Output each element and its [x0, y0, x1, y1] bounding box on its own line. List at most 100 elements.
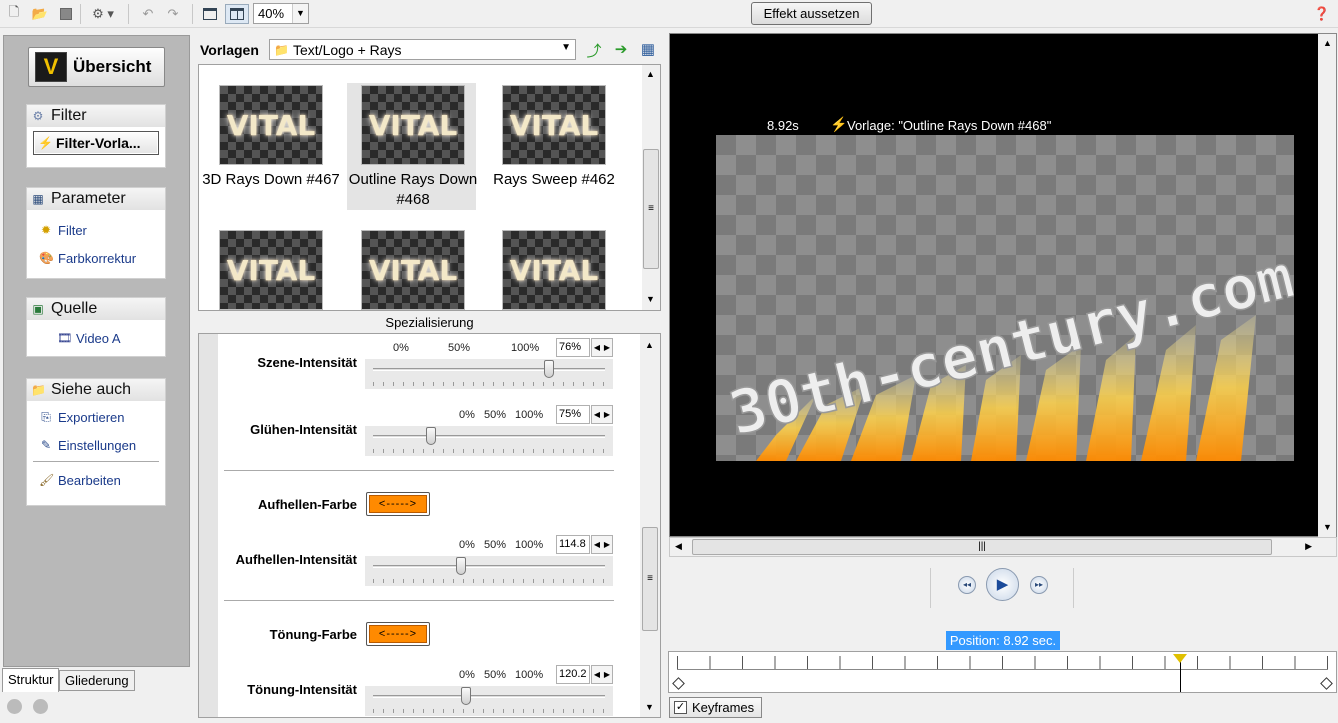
preview-hscrollbar[interactable]: ◀ ||| ▶ — [669, 537, 1337, 557]
checkbox-checked-icon[interactable]: ✓ — [674, 701, 687, 714]
step-forward-icon[interactable]: ▸▸ — [1030, 576, 1048, 594]
color-picker-button[interactable]: <-----> — [366, 492, 430, 516]
arrow-right-icon[interactable]: ▶ — [604, 343, 610, 352]
template-thumbnail[interactable]: VITAL — [361, 85, 465, 165]
slider-ticks — [373, 579, 605, 583]
arrow-left-icon[interactable]: ◀ — [594, 410, 600, 419]
slider[interactable] — [365, 686, 613, 716]
slider-handle[interactable] — [544, 360, 555, 378]
scroll-up-icon[interactable]: ▲ — [645, 340, 654, 350]
template-label[interactable]: 3D Rays Down #467 — [201, 170, 341, 190]
arrow-left-icon[interactable]: ◀ — [594, 343, 600, 352]
help-icon[interactable]: ❓ — [1312, 4, 1332, 24]
value-spinner[interactable]: ◀ ▶ — [591, 665, 613, 684]
vorlagen-folder-select[interactable]: 📁 Text/Logo + Rays ▼ — [269, 39, 576, 60]
value-spinner[interactable]: ◀ ▶ — [591, 405, 613, 424]
scrollbar-thumb[interactable]: ≡ — [642, 527, 658, 631]
slider[interactable] — [365, 426, 613, 456]
render-icon[interactable]: ⚙ ▾ — [86, 4, 120, 24]
scrollbar-thumb[interactable]: ||| — [692, 539, 1272, 555]
scroll-right-icon[interactable]: ▶ — [1305, 541, 1312, 552]
arrow-left-icon[interactable]: ◀ — [594, 540, 600, 549]
toolbar-divider — [128, 4, 129, 24]
slider-handle[interactable] — [426, 427, 436, 445]
folder-up-icon[interactable]: ⤴ — [584, 40, 604, 60]
effekt-aussetzen-button[interactable]: Effekt aussetzen — [751, 2, 872, 25]
open-folder-icon[interactable]: 📂 — [30, 4, 50, 24]
timeline[interactable] — [668, 651, 1337, 693]
new-file-icon[interactable]: 🗋 — [4, 4, 24, 24]
gallery-scrollbar[interactable]: ▲ ≡ ▼ — [642, 65, 660, 310]
single-view-icon[interactable] — [200, 4, 220, 24]
parameter-item-filter[interactable]: ✹ Filter — [27, 216, 165, 244]
parameter-item-farbkorrektur[interactable]: 🎨 Farbkorrektur — [27, 244, 165, 272]
save-icon[interactable] — [56, 4, 76, 24]
value-spinner[interactable]: ◀ ▶ — [591, 338, 613, 357]
preview-vscrollbar[interactable]: ▲ ▼ — [1318, 34, 1336, 537]
redo-icon[interactable]: ↷ — [163, 4, 183, 24]
tab-struktur[interactable]: Struktur — [2, 668, 59, 692]
template-label[interactable]: Rays Sweep #462 — [484, 170, 624, 190]
arrow-left-icon[interactable]: ◀ — [594, 670, 600, 679]
preview-canvas[interactable]: 30th-century.com — [716, 135, 1294, 461]
slider-handle[interactable] — [456, 557, 467, 575]
scroll-down-icon[interactable]: ▼ — [1323, 522, 1332, 532]
scale-label: 100% — [515, 539, 544, 551]
overview-button[interactable]: V Übersicht — [28, 47, 165, 87]
status-dot-icon — [33, 699, 48, 714]
keyframe-end-icon[interactable] — [1320, 677, 1333, 690]
siehe-auch-item-einstellungen[interactable]: ✎ Einstellungen — [27, 431, 165, 459]
params-scrollbar[interactable]: ▲ ≡ ▼ — [640, 334, 660, 717]
grid-view-icon[interactable]: ▦ — [638, 40, 658, 60]
zoom-select[interactable]: 40% ▼ — [253, 3, 309, 24]
template-thumbnail[interactable]: VITAL — [361, 230, 465, 310]
siehe-auch-item-label: Bearbeiten — [58, 472, 121, 488]
scroll-down-icon[interactable]: ▼ — [645, 702, 654, 712]
slider[interactable] — [365, 359, 613, 389]
scroll-up-icon[interactable]: ▲ — [646, 69, 655, 79]
arrow-right-icon[interactable]: ▶ — [604, 540, 610, 549]
param-divider — [224, 470, 614, 472]
template-thumbnail[interactable]: VITAL — [502, 85, 606, 165]
step-back-icon[interactable]: ◂◂ — [958, 576, 976, 594]
chevron-down-icon[interactable]: ▼ — [561, 42, 571, 53]
param-value-field[interactable]: 114.8 — [556, 535, 590, 554]
quelle-item-video-a[interactable]: 🎞 Video A — [27, 324, 165, 352]
split-view-icon[interactable] — [225, 4, 249, 24]
param-value-field[interactable]: 120.2 — [556, 665, 590, 684]
folder-icon: 📁 — [274, 42, 289, 57]
param-value-field[interactable]: 76% — [556, 338, 590, 357]
template-thumbnail[interactable]: VITAL — [219, 85, 323, 165]
siehe-auch-item-label: Einstellungen — [58, 437, 137, 453]
siehe-auch-item-bearbeiten[interactable]: 🖌 Bearbeiten — [27, 466, 165, 494]
siehe-auch-item-exportieren[interactable]: ⎘ Exportieren — [27, 403, 165, 431]
template-label[interactable]: Outline Rays Down #468 — [343, 170, 483, 210]
tab-gliederung[interactable]: Gliederung — [59, 670, 135, 691]
chevron-down-icon[interactable]: ▼ — [292, 4, 308, 23]
cursor-marker-icon[interactable] — [1172, 654, 1187, 663]
template-thumbnail[interactable]: VITAL — [219, 230, 323, 310]
import-icon[interactable]: ➔ — [611, 40, 631, 60]
arrow-right-icon[interactable]: ▶ — [604, 410, 610, 419]
scroll-down-icon[interactable]: ▼ — [646, 294, 655, 304]
timeline-cursor[interactable] — [1172, 654, 1187, 692]
value-spinner[interactable]: ◀ ▶ — [591, 535, 613, 554]
slider-handle[interactable] — [460, 687, 471, 705]
scale-label: 0% — [459, 669, 475, 681]
scroll-left-icon[interactable]: ◀ — [675, 541, 682, 552]
slider-track — [373, 435, 605, 438]
arrow-right-icon[interactable]: ▶ — [604, 670, 610, 679]
keyframes-toggle[interactable]: ✓ Keyframes — [669, 697, 762, 718]
param-value-field[interactable]: 75% — [556, 405, 590, 424]
scrollbar-thumb[interactable]: ≡ — [643, 149, 659, 269]
filter-card-title: Filter — [51, 107, 87, 124]
scroll-up-icon[interactable]: ▲ — [1323, 38, 1332, 48]
filter-vorlage-button[interactable]: ⚡ Filter-Vorla... — [33, 131, 159, 155]
preview-template-info: Vorlage: "Outline Rays Down #468" — [847, 118, 1052, 133]
color-picker-button[interactable]: <-----> — [366, 622, 430, 646]
undo-icon[interactable]: ↶ — [138, 4, 158, 24]
template-thumbnail[interactable]: VITAL — [502, 230, 606, 310]
keyframe-start-icon[interactable] — [672, 677, 685, 690]
play-icon[interactable]: ▶ — [986, 568, 1019, 601]
slider[interactable] — [365, 556, 613, 586]
